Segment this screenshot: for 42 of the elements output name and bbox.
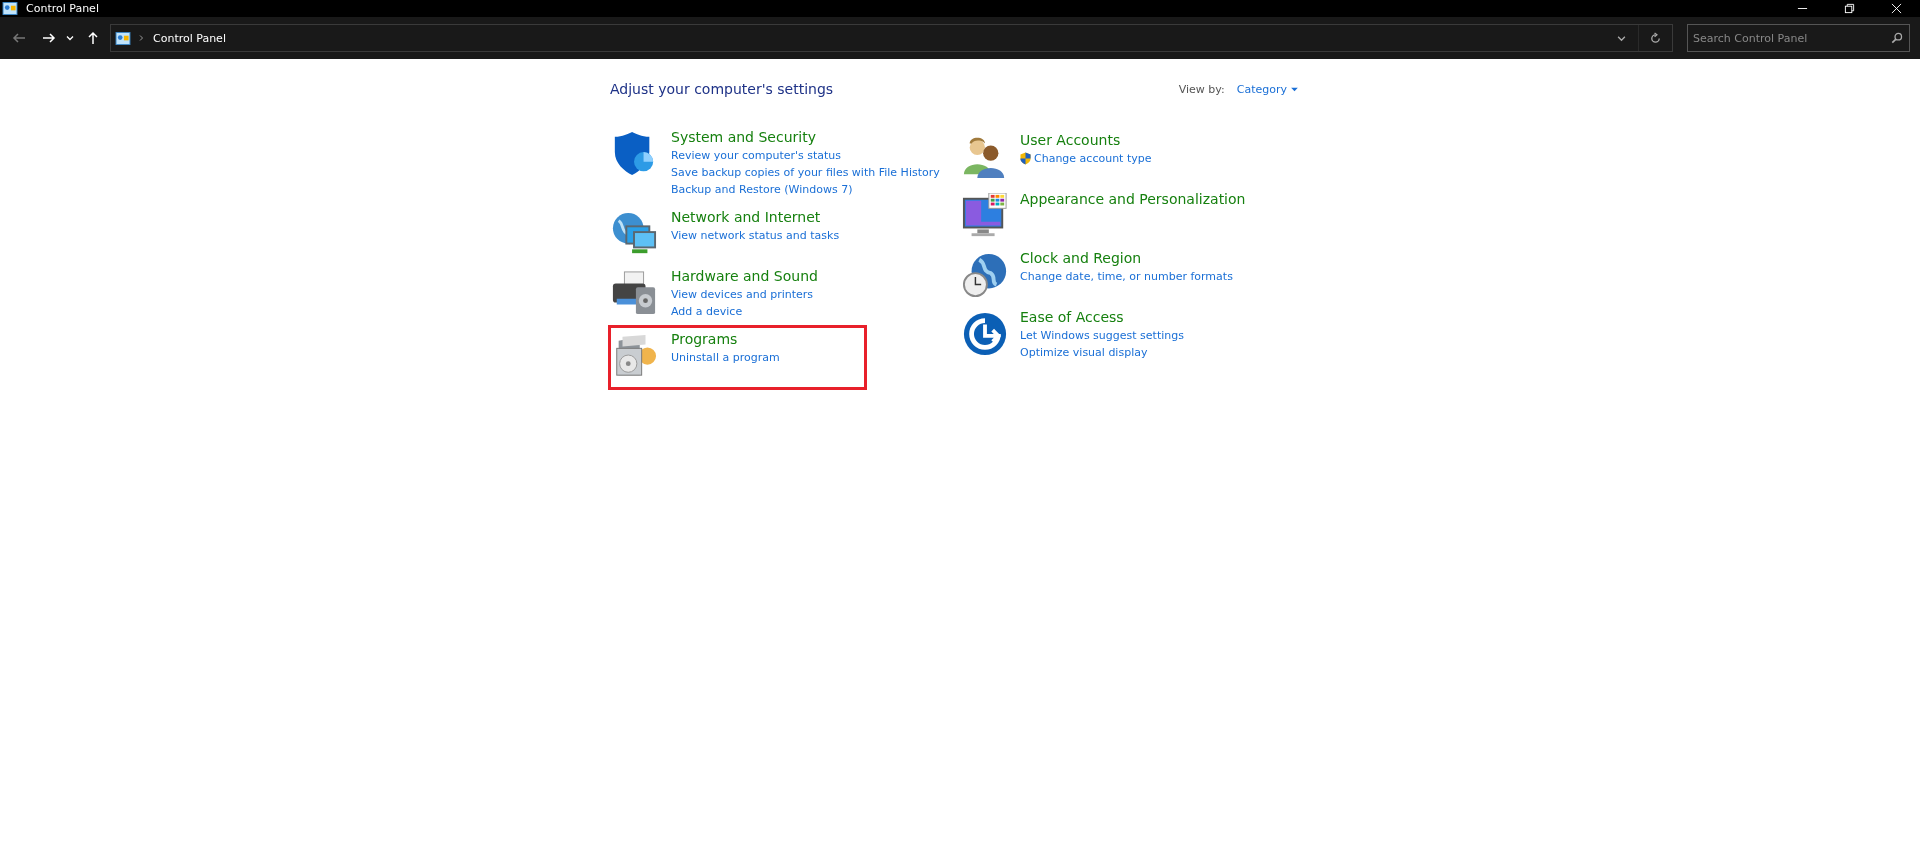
- control-panel-icon: [115, 31, 131, 45]
- task-link[interactable]: Review your computer's status: [671, 147, 842, 164]
- up-arrow-icon[interactable]: [86, 31, 100, 45]
- category-title[interactable]: Programs: [671, 329, 780, 349]
- address-bar[interactable]: Control Panel: [110, 24, 1673, 52]
- close-icon[interactable]: [1891, 3, 1902, 14]
- chevron-down-icon[interactable]: [1617, 33, 1626, 43]
- task-link[interactable]: Save backup copies of your files with File History: [671, 164, 940, 181]
- task-link[interactable]: Backup and Restore (Windows 7): [671, 181, 853, 198]
- view-by-dropdown[interactable]: Category: [1236, 82, 1298, 96]
- task-link[interactable]: Add a device: [671, 303, 743, 320]
- address-location[interactable]: Control Panel: [153, 31, 226, 45]
- task-link[interactable]: Change date, time, or number formats: [1020, 268, 1233, 285]
- monitor-color-grid-icon[interactable]: [962, 193, 1008, 239]
- category-title[interactable]: Appearance and Personalization: [1020, 189, 1246, 209]
- caret-icon: [1291, 86, 1298, 92]
- task-link[interactable]: Let Windows suggest settings: [1020, 327, 1184, 344]
- window-title: Control Panel: [26, 2, 99, 15]
- category-title[interactable]: Network and Internet: [671, 207, 840, 227]
- category-title[interactable]: Ease of Access: [1020, 307, 1184, 327]
- search-icon: [1891, 32, 1903, 44]
- accessibility-icon[interactable]: [962, 311, 1008, 357]
- category-title[interactable]: Hardware and Sound: [671, 266, 818, 286]
- category-title[interactable]: System and Security: [671, 127, 940, 147]
- chevron-right-icon: [137, 34, 145, 42]
- search-field[interactable]: Search Control Panel: [1687, 24, 1910, 52]
- task-link[interactable]: View devices and printers: [671, 286, 814, 303]
- task-link[interactable]: View network status and tasks: [671, 227, 840, 244]
- control-panel-icon: [2, 2, 18, 15]
- category-title[interactable]: Clock and Region: [1020, 248, 1233, 268]
- chevron-down-icon[interactable]: [66, 34, 74, 42]
- restore-icon[interactable]: [1844, 3, 1855, 14]
- refresh-icon[interactable]: [1649, 31, 1662, 45]
- page-heading: Adjust your computer's settings: [609, 81, 834, 97]
- forward-arrow-icon[interactable]: [42, 31, 56, 45]
- printer-speaker-icon[interactable]: [611, 270, 657, 316]
- task-link[interactable]: Optimize visual display: [1020, 344, 1148, 361]
- category-title[interactable]: User Accounts: [1020, 130, 1152, 150]
- view-by-label: View by:: [1178, 82, 1225, 96]
- task-link[interactable]: Change account type: [1034, 150, 1152, 167]
- task-link[interactable]: Uninstall a program: [671, 349, 780, 366]
- globe-clock-icon[interactable]: [962, 252, 1008, 298]
